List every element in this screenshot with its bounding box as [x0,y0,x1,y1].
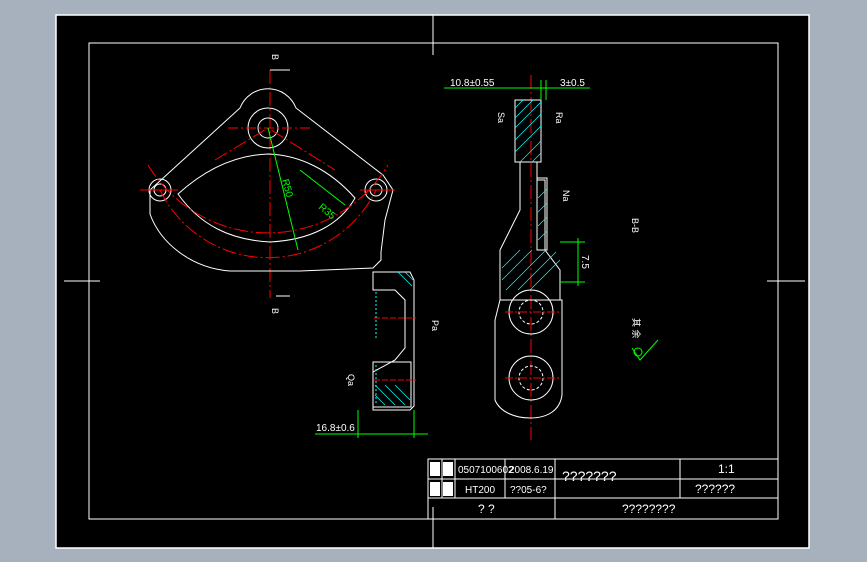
dim-front-width: 10.8±0.55 [450,78,495,89]
tb-material: HT200 [465,485,495,496]
tb-code: ??05-6? [510,485,547,496]
tb-scale: 1:1 [718,462,735,476]
section-title: B-B [630,218,640,233]
section-label-top: B [270,54,280,60]
tb-bottom-left: ? ? [478,502,495,516]
tb-part-name: ??????? [562,468,617,484]
surface-q: Qa [346,374,356,386]
tb-drawing-no: ???????? [622,502,676,516]
dim-front-right: 3±0.5 [560,78,585,89]
surface-n: Na [561,190,571,202]
surface-s: Sa [496,112,506,123]
dim-left-width: 16.8±0.6 [316,423,355,434]
section-label-bottom: B [270,308,280,314]
surface-r: Ra [554,112,564,124]
tb-student-id: 0507100602 [458,465,514,476]
roughness-note: 其 余 [631,318,642,339]
surface-p: Pa [430,320,440,331]
dim-front-step: 7.5 [579,255,590,269]
tb-org: ?????? [695,482,735,496]
cad-viewport[interactable]: B B B-B R50 R35 10.8±0.55 3±0.5 7.5 16.8… [0,0,867,562]
tb-date: 2008.6.19 [509,465,554,476]
drawing-canvas[interactable]: B B B-B R50 R35 10.8±0.55 3±0.5 7.5 16.8… [0,0,867,562]
